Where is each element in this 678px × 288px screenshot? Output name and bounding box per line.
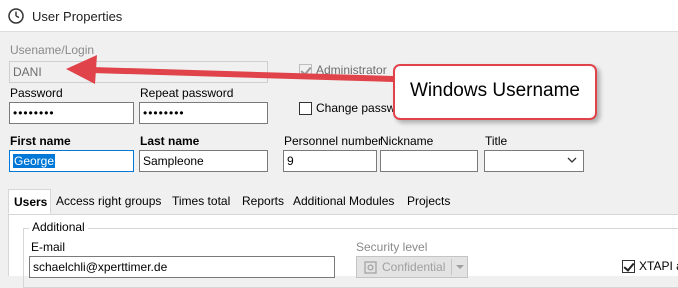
title-label: Title bbox=[485, 134, 508, 148]
administrator-label: Administrator bbox=[316, 63, 387, 77]
change-password-checkbox[interactable] bbox=[299, 102, 312, 115]
annotation-callout-text: Windows Username bbox=[410, 80, 580, 101]
tab-reports-label: Reports bbox=[242, 194, 285, 208]
chevron-down-icon bbox=[567, 157, 577, 163]
repeat-password-field[interactable]: •••••••• bbox=[139, 102, 268, 124]
tab-times-total-label: Times total bbox=[172, 194, 231, 208]
tab-reports[interactable]: Reports bbox=[237, 189, 289, 214]
password-value: •••••••• bbox=[13, 106, 55, 120]
tab-access-right-groups-label: Access right groups bbox=[56, 194, 162, 208]
window-title: User Properties bbox=[32, 9, 123, 24]
last-name-label: Last name bbox=[140, 134, 200, 148]
security-level-dropdown[interactable]: Confidential bbox=[356, 256, 468, 278]
password-field[interactable]: •••••••• bbox=[9, 102, 134, 124]
additional-group-title: Additional bbox=[29, 220, 88, 234]
annotation-callout: Windows Username bbox=[393, 64, 597, 120]
tab-users-label: Users bbox=[14, 195, 48, 209]
lock-icon bbox=[364, 261, 377, 274]
tab-projects[interactable]: Projects bbox=[402, 189, 455, 214]
personnel-number-value: 9 bbox=[287, 154, 294, 168]
tab-additional-modules-label: Additional Modules bbox=[293, 194, 395, 208]
tab-strip: Users Access right groups Times total Re… bbox=[8, 189, 678, 215]
security-level-label: Security level bbox=[356, 240, 428, 254]
password-label: Password bbox=[10, 86, 63, 100]
repeat-password-label: Repeat password bbox=[140, 86, 234, 100]
tab-times-total[interactable]: Times total bbox=[167, 189, 235, 214]
first-name-field[interactable]: George bbox=[9, 150, 134, 172]
email-field[interactable]: schaelchli@xperttimer.de bbox=[29, 256, 335, 278]
login-value: DANI bbox=[13, 65, 42, 79]
tab-users[interactable]: Users bbox=[8, 189, 51, 214]
personnel-number-label: Personnel number bbox=[284, 134, 383, 148]
title-select[interactable] bbox=[484, 150, 584, 172]
chevron-down-icon bbox=[456, 265, 464, 269]
security-level-value: Confidential bbox=[382, 260, 446, 274]
title-bar: User Properties bbox=[0, 0, 678, 32]
last-name-value: Sampleone bbox=[143, 154, 204, 168]
nickname-field[interactable] bbox=[380, 150, 478, 172]
login-label: Usename/Login bbox=[10, 43, 95, 57]
first-name-label: First name bbox=[10, 134, 71, 148]
personnel-number-field[interactable]: 9 bbox=[283, 150, 377, 172]
last-name-field[interactable]: Sampleone bbox=[139, 150, 268, 172]
administrator-checkbox[interactable] bbox=[299, 64, 312, 77]
repeat-password-value: •••••••• bbox=[143, 106, 185, 120]
tab-access-right-groups[interactable]: Access right groups bbox=[51, 189, 166, 214]
xtapi-label: XTAPI ac bbox=[639, 259, 678, 273]
clock-icon bbox=[8, 8, 24, 24]
email-label: E-mail bbox=[31, 240, 66, 254]
dropdown-separator bbox=[451, 259, 452, 275]
email-value: schaelchli@xperttimer.de bbox=[33, 260, 168, 274]
tab-projects-label: Projects bbox=[407, 194, 451, 208]
nickname-label: Nickname bbox=[380, 134, 434, 148]
change-password-label: Change passw bbox=[316, 101, 396, 115]
first-name-value: George bbox=[13, 154, 56, 168]
tab-additional-modules[interactable]: Additional Modules bbox=[288, 189, 399, 214]
login-field[interactable]: DANI bbox=[9, 61, 268, 83]
xtapi-checkbox[interactable] bbox=[622, 260, 635, 273]
